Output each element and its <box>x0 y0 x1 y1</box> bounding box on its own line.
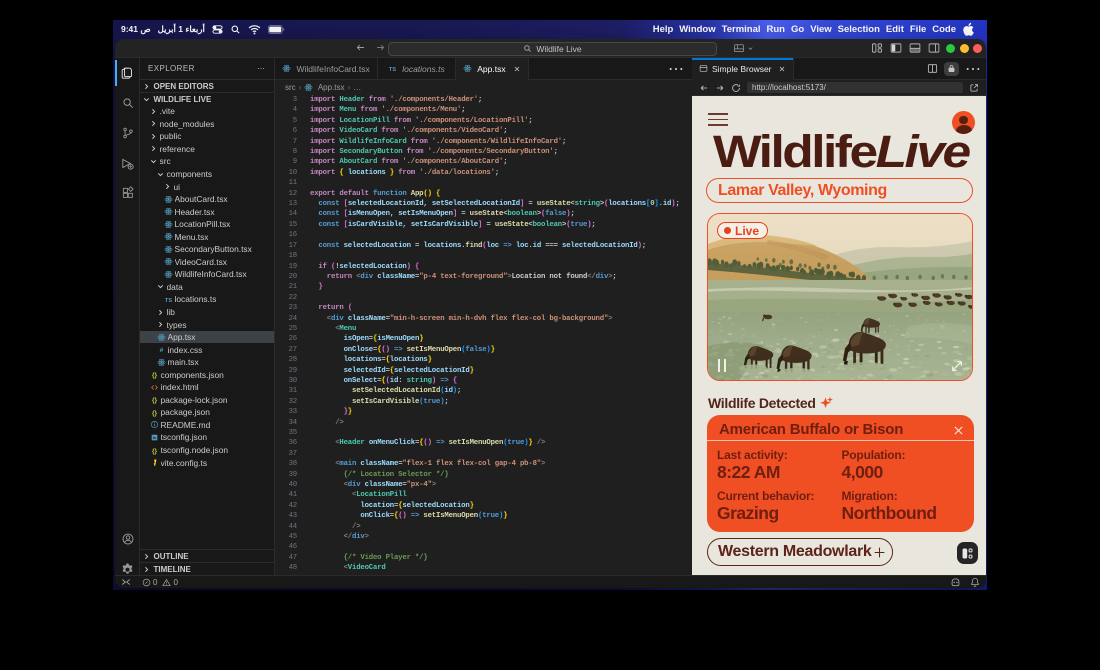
svg-text:#: # <box>160 347 164 354</box>
svg-text:TS: TS <box>389 67 396 73</box>
svg-text:{}: {} <box>152 410 158 417</box>
svg-text:{}: {} <box>152 372 158 379</box>
svg-text:{}: {} <box>152 397 158 404</box>
svg-text:{}: {} <box>152 448 158 455</box>
svg-text:TS: TS <box>165 298 172 304</box>
